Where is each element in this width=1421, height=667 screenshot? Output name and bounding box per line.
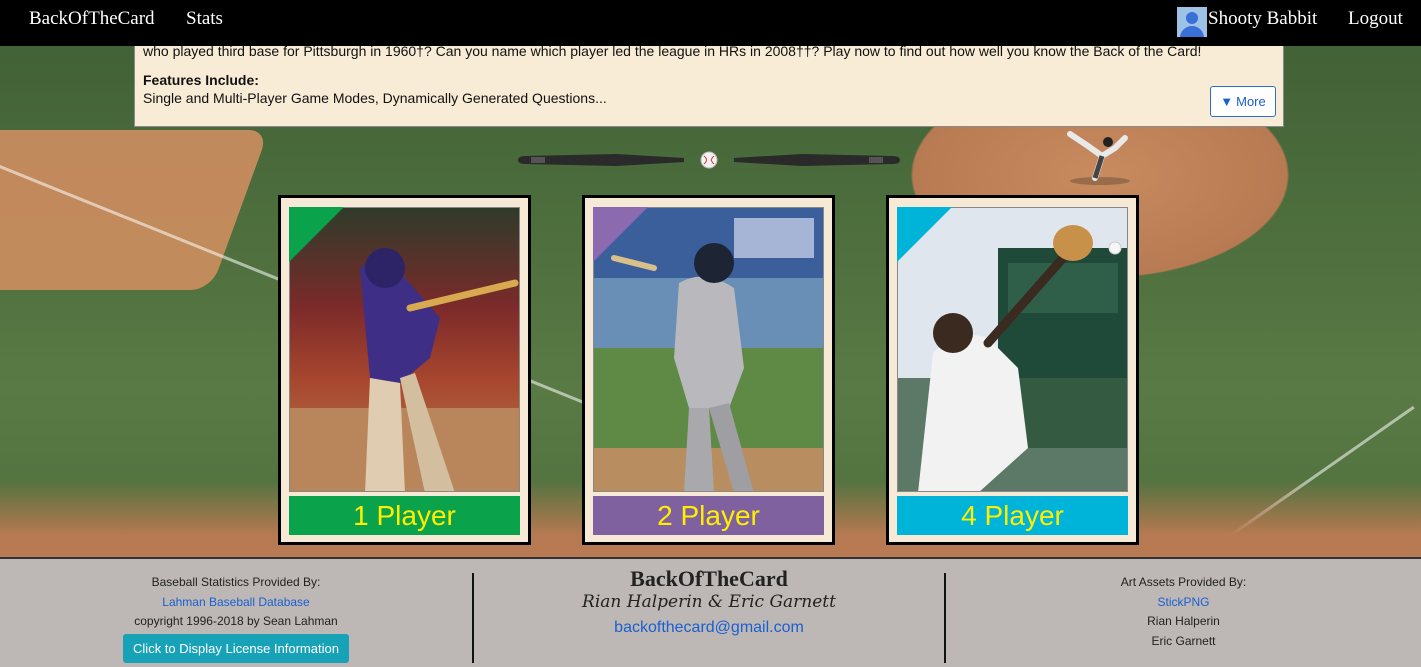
footer-authors: Rian Halperin & Eric Garnett [582, 591, 836, 612]
features-text: Single and Multi-Player Game Modes, Dyna… [143, 90, 607, 106]
stats-heading: Baseball Statistics Provided By: [151, 575, 321, 589]
license-button[interactable]: Click to Display License Information [123, 633, 349, 663]
username-link[interactable]: Shooty Babbit [1208, 8, 1317, 30]
logout-link[interactable]: Logout [1348, 8, 1403, 30]
card-label: 2 Player [593, 496, 824, 535]
avatar-icon[interactable] [1177, 7, 1207, 37]
features-title: Features Include: [143, 72, 259, 88]
footer-art-credits: Art Assets Provided By: StickPNG Rian Ha… [946, 573, 1421, 651]
card-corner-ribbon [289, 207, 344, 262]
art-credit-name: Rian Halperin [1147, 614, 1220, 628]
footer-brand-block: BackOfTheCard Rian Halperin & Eric Garne… [474, 566, 944, 638]
top-navbar: BackOfTheCard Stats Shooty Babbit Logout [0, 0, 1421, 46]
footer-stats-credits: Baseball Statistics Provided By: Lahman … [0, 573, 472, 663]
more-button[interactable]: ▼ More [1210, 86, 1276, 117]
brand-link[interactable]: BackOfTheCard [29, 8, 155, 30]
triangle-down-icon: ▼ [1220, 94, 1234, 109]
card-corner-ribbon [897, 207, 952, 262]
art-heading: Art Assets Provided By: [1120, 575, 1247, 589]
card-corner-ribbon [593, 207, 648, 262]
footer-brand: BackOfTheCard [630, 566, 788, 591]
one-player-card[interactable]: 1 Player [278, 195, 531, 545]
email-link[interactable]: backofthecard@gmail.com [474, 618, 944, 638]
lahman-database-link[interactable]: Lahman Baseball Database [0, 593, 472, 613]
card-label: 1 Player [289, 496, 520, 535]
copyright-text: copyright 1996-2018 by Sean Lahman [134, 614, 338, 628]
more-button-label: More [1236, 94, 1266, 109]
art-credit-name: Eric Garnett [1151, 633, 1216, 648]
stickpng-link[interactable]: StickPNG [946, 593, 1421, 613]
two-player-card[interactable]: 2 Player [582, 195, 835, 545]
nav-stats-link[interactable]: Stats [186, 8, 223, 30]
infield-dirt [0, 130, 270, 290]
pitcher-figure [1067, 131, 1130, 185]
bats-divider-icon [518, 151, 900, 169]
four-player-card[interactable]: 4 Player [886, 195, 1139, 545]
card-label: 4 Player [897, 496, 1128, 535]
footer: Baseball Statistics Provided By: Lahman … [0, 557, 1421, 667]
